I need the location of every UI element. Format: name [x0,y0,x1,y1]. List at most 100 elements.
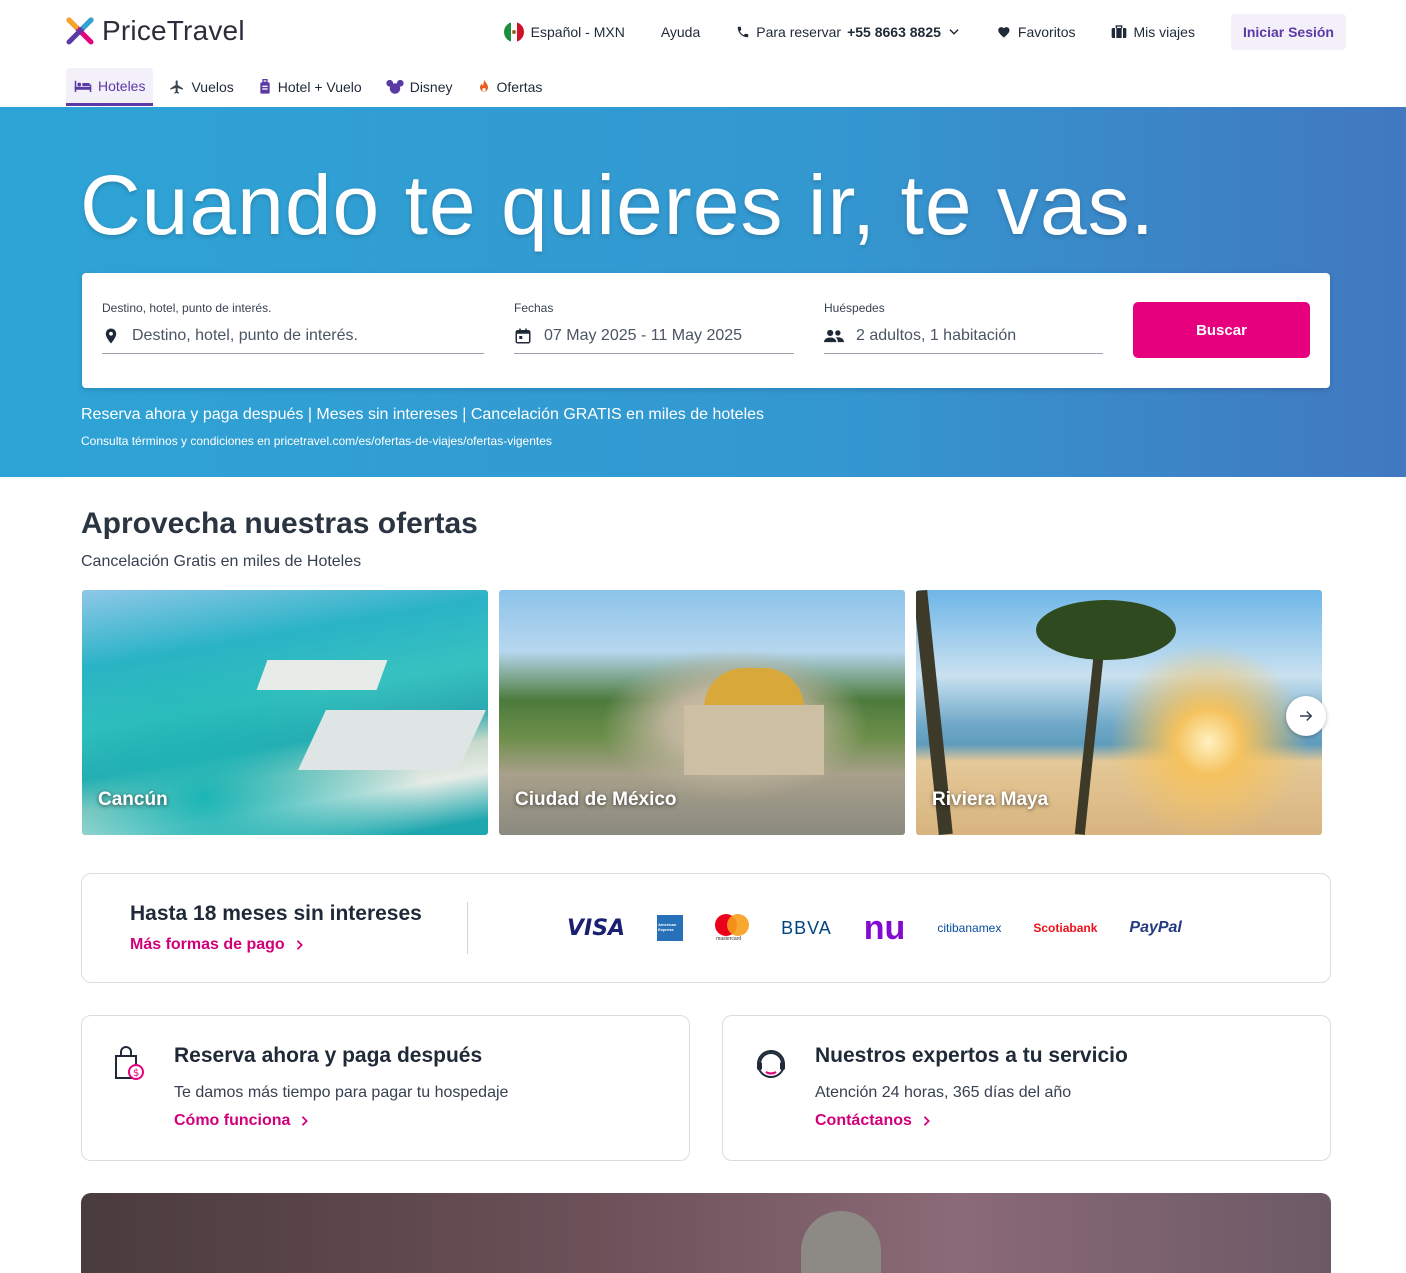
dates-label: Fechas [514,301,554,315]
offers-subtitle: Cancelación Gratis en miles de Hoteles [81,553,362,570]
offer-card-name: Ciudad de México [515,789,677,810]
heart-icon [998,26,1010,38]
search-button[interactable]: Buscar [1133,302,1310,358]
info-card-title: Nuestros expertos a tu servicio [815,1044,1128,1067]
amex-logo: American Express [657,915,684,941]
phone-icon [738,26,749,38]
guests-value: 2 adultos, 1 habitación [856,327,1017,344]
phone-number: +55 8663 8825 [847,24,941,40]
divider [467,902,468,954]
top-navigation: Español - MXN Ayuda Para reservar +55 86… [503,14,1346,50]
carousel-next-button[interactable] [1286,696,1326,736]
phone-booking[interactable]: Para reservar +55 8663 8825 [736,24,961,40]
promo-text: Reserva ahora y paga después | Meses sin… [81,406,765,423]
terms-text[interactable]: Consulta términos y condiciones en price… [81,434,552,448]
bed-icon [74,80,92,92]
chevron-right-icon [923,1116,930,1126]
mexico-flag-icon [503,22,524,42]
promo-banner[interactable] [81,1193,1331,1273]
how-it-works-link[interactable]: Cómo funciona [174,1112,310,1130]
help-link[interactable]: Ayuda [661,24,700,40]
guests-input[interactable]: 2 adultos, 1 habitación [824,327,1103,354]
tab-vuelos[interactable]: Vuelos [161,68,241,106]
payment-logos: VISA American Express mastercard BBVA nu… [567,909,1182,947]
phone-prefix: Para reservar [756,24,842,40]
hero-section: Cuando te quieres ir, te vas. Destino, h… [0,107,1406,477]
product-tabs: Hoteles Vuelos Hotel + Vuelo Disney Ofer… [66,68,550,106]
info-card-link-label: Cómo funciona [174,1112,291,1129]
language-label: Español - MXN [530,24,625,40]
brand-name: PriceTravel [102,15,245,46]
plane-icon [170,80,184,94]
svg-text:$: $ [133,1068,139,1079]
palace-decoration [684,705,824,775]
guests-label: Huéspedes [824,301,885,315]
headset-agent-icon [753,1046,789,1087]
my-trips-link[interactable]: Mis viajes [1111,24,1195,40]
location-pin-icon [105,328,117,344]
offer-card-cancun[interactable]: Cancún [82,590,488,835]
scotiabank-logo: Scotiabank [1033,921,1098,935]
nu-logo: nu [863,909,906,947]
login-button[interactable]: Iniciar Sesión [1230,14,1346,50]
tab-hoteles[interactable]: Hoteles [66,68,154,106]
info-card-desc: Te damos más tiempo para pagar tu hosped… [174,1084,509,1101]
calendar-icon [515,328,531,344]
brand-logo[interactable]: PriceTravel [66,15,245,47]
suitcase-icon [1112,25,1127,38]
chevron-down-icon [949,29,959,35]
tab-label: Hoteles [98,77,146,94]
offer-card-riviera[interactable]: Riviera Maya [916,590,1322,835]
search-box: Destino, hotel, punto de interés. Destin… [82,273,1330,388]
logo-icon [66,17,94,45]
chevron-right-icon [302,1116,309,1126]
tab-label: Disney [409,79,453,95]
contact-link[interactable]: Contáctanos [815,1112,932,1130]
destination-label: Destino, hotel, punto de interés. [102,301,272,315]
payment-options-box: Hasta 18 meses sin intereses Más formas … [81,873,1331,983]
shopping-bag-dollar-icon: $ [112,1046,146,1087]
language-selector[interactable]: Español - MXN [503,21,625,43]
guests-field[interactable]: Huéspedes 2 adultos, 1 habitación [824,301,1103,354]
tab-disney[interactable]: Disney [378,68,461,106]
arrow-right-icon [1300,710,1313,722]
hotel-strip-decoration [256,660,388,690]
dates-value: 07 May 2025 - 11 May 2025 [544,327,743,344]
header: PriceTravel Español - MXN Ayuda Para res… [0,0,1406,106]
tab-hotel-vuelo[interactable]: Hotel + Vuelo [250,68,370,106]
offer-card-name: Riviera Maya [932,789,1049,810]
visa-logo: VISA [567,915,626,941]
offer-card-name: Cancún [98,789,168,810]
my-trips-label: Mis viajes [1133,24,1195,40]
help-label: Ayuda [660,24,701,40]
bbva-logo: BBVA [781,917,832,938]
hotel-buildings-decoration [298,710,486,770]
info-card-title: Reserva ahora y paga después [174,1044,483,1067]
payment-methods-link[interactable]: Más formas de pago [130,936,305,954]
destination-field[interactable]: Destino, hotel, punto de interés. Destin… [102,301,484,354]
tab-label: Vuelos [191,79,234,95]
mastercard-logo: mastercard [715,914,750,942]
favorites-link[interactable]: Favoritos [997,24,1075,40]
payment-title: Hasta 18 meses sin intereses [130,902,422,925]
chevron-right-icon [296,940,303,950]
dome-decoration [704,668,804,708]
offers-title: Aprovecha nuestras ofertas [81,507,478,540]
mastercard-logo-text: mastercard [716,936,742,942]
destination-input[interactable]: Destino, hotel, punto de interés. [102,327,484,354]
info-card-link-label: Contáctanos [815,1112,912,1129]
tab-label: Ofertas [496,79,543,95]
people-icon [824,329,844,343]
amex-logo-text: American Express [658,922,677,932]
luggage-icon [260,79,270,94]
offer-card-cdmx[interactable]: Ciudad de México [499,590,905,835]
fire-icon [479,79,488,92]
info-card-pay-later: $ Reserva ahora y paga después Te damos … [81,1015,690,1161]
dates-input[interactable]: 07 May 2025 - 11 May 2025 [514,327,794,354]
tab-ofertas[interactable]: Ofertas [469,68,551,106]
dates-field[interactable]: Fechas 07 May 2025 - 11 May 2025 [514,301,794,354]
tab-label: Hotel + Vuelo [277,79,362,95]
person-hat-decoration [801,1211,881,1273]
info-card-desc: Atención 24 horas, 365 días del año [815,1084,1072,1101]
info-card-experts: Nuestros expertos a tu servicio Atención… [722,1015,1331,1161]
